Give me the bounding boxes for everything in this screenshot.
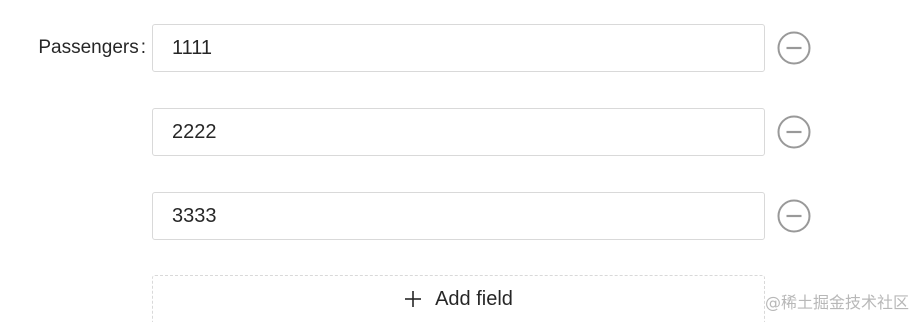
dynamic-form: Passengers: 1111 2222 3333 Add field @稀土… (0, 0, 921, 322)
passenger-input-1[interactable] (152, 24, 765, 72)
minus-circle-icon[interactable] (777, 31, 811, 65)
watermark: @稀土掘金技术社区 (764, 293, 909, 312)
label-colon: : (140, 37, 146, 58)
passengers-label-text: Passengers (38, 37, 139, 58)
add-field-label: Add field (435, 287, 513, 310)
passenger-input-2[interactable] (152, 108, 765, 156)
minus-circle-icon[interactable] (777, 115, 811, 149)
add-field-button[interactable]: Add field (152, 275, 765, 322)
passengers-label: Passengers: (0, 24, 146, 72)
minus-circle-icon[interactable] (777, 199, 811, 233)
plus-icon (404, 290, 422, 308)
passenger-input-3[interactable] (152, 192, 765, 240)
